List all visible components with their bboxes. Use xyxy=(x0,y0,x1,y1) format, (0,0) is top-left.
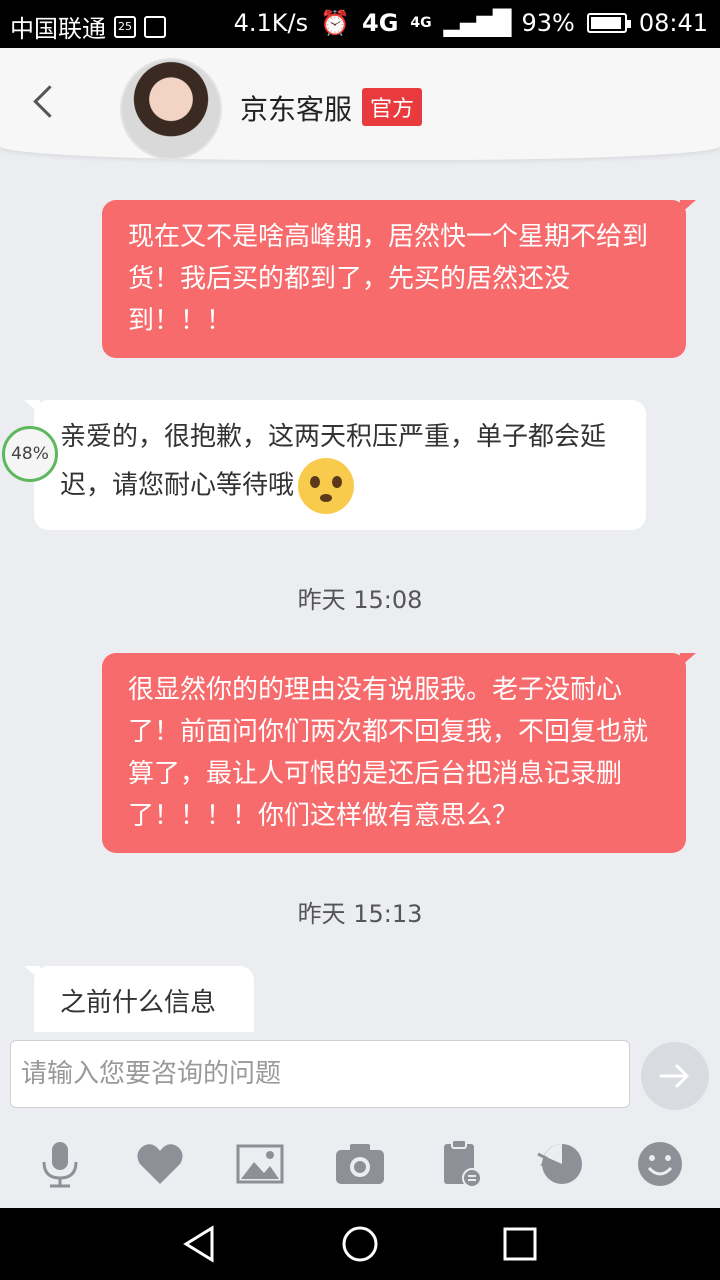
arrow-right-icon xyxy=(659,1064,689,1088)
microphone-icon[interactable] xyxy=(32,1136,88,1192)
battery-icon xyxy=(586,13,631,33)
message-bubble-user[interactable]: 现在又不是啥高峰期，居然快一个星期不给到货！我后买的都到了，先买的居然还没到！！… xyxy=(102,200,686,358)
camera-icon[interactable] xyxy=(332,1136,388,1192)
timestamp: 昨天 15:13 xyxy=(297,900,423,928)
nav-back-icon[interactable] xyxy=(180,1224,220,1264)
status-bar: 中国联通 25 4.1K/s ⏰ 4G 4G ▂▄▆█ 93% 08:41 xyxy=(0,0,720,48)
message-input[interactable] xyxy=(10,1040,630,1108)
official-badge: 官方 xyxy=(362,88,423,126)
network-type-b: 4G xyxy=(410,15,432,31)
heart-icon[interactable] xyxy=(132,1136,188,1192)
avatar[interactable] xyxy=(120,58,222,160)
signal-icon: ▂▄▆█ xyxy=(443,9,512,37)
gallery-notification-icon xyxy=(144,15,166,38)
network-speed: 4.1K/s xyxy=(233,9,309,37)
network-type-a: 4G xyxy=(362,9,399,37)
timestamp: 昨天 15:08 xyxy=(297,586,423,614)
message-text: 现在又不是啥高峰期，居然快一个星期不给到货！我后买的都到了，先买的居然还没到！！… xyxy=(128,222,649,336)
calendar-icon: 25 xyxy=(114,15,136,38)
progress-float-button[interactable]: 48% xyxy=(2,426,58,482)
pleading-face-emoji xyxy=(298,458,355,514)
smiley-icon[interactable] xyxy=(632,1136,688,1192)
image-icon[interactable] xyxy=(232,1136,288,1192)
message-text: 之前什么信息 xyxy=(60,988,217,1018)
battery-percent: 93% xyxy=(521,9,575,37)
input-bar xyxy=(0,1032,720,1208)
message-list[interactable]: 现在又不是啥高峰期，居然快一个星期不给到货！我后买的都到了，先买的居然还没到！！… xyxy=(0,160,720,1032)
navigation-bar xyxy=(0,1208,720,1280)
message-bubble-agent[interactable]: 亲爱的，很抱歉，这两天积压严重，单子都会延迟，请您耐心等待哦 xyxy=(34,400,646,530)
send-button[interactable] xyxy=(641,1042,709,1110)
clock: 08:41 xyxy=(638,9,708,37)
nav-recents-icon[interactable] xyxy=(500,1224,540,1264)
chat-title: 京东客服 xyxy=(240,93,353,126)
message-bubble-user[interactable]: 很显然你的的理由没有说服我。老子没耐心了！前面问你们两次都不回复我，不回复也就算… xyxy=(102,653,686,853)
back-button[interactable] xyxy=(33,85,66,118)
nav-home-icon[interactable] xyxy=(340,1224,380,1264)
history-icon[interactable] xyxy=(532,1136,588,1192)
chat-header: 京东客服 官方 xyxy=(0,48,720,160)
progress-label: 48% xyxy=(11,444,49,464)
message-text: 很显然你的的理由没有说服我。老子没耐心了！前面问你们两次都不回复我，不回复也就算… xyxy=(128,675,649,831)
toolbar xyxy=(0,1136,720,1200)
carrier-label: 中国联通 xyxy=(10,15,106,43)
clipboard-icon[interactable] xyxy=(432,1136,488,1192)
message-bubble-agent[interactable]: 之前什么信息 xyxy=(34,966,254,1032)
alarm-icon: ⏰ xyxy=(320,9,351,37)
